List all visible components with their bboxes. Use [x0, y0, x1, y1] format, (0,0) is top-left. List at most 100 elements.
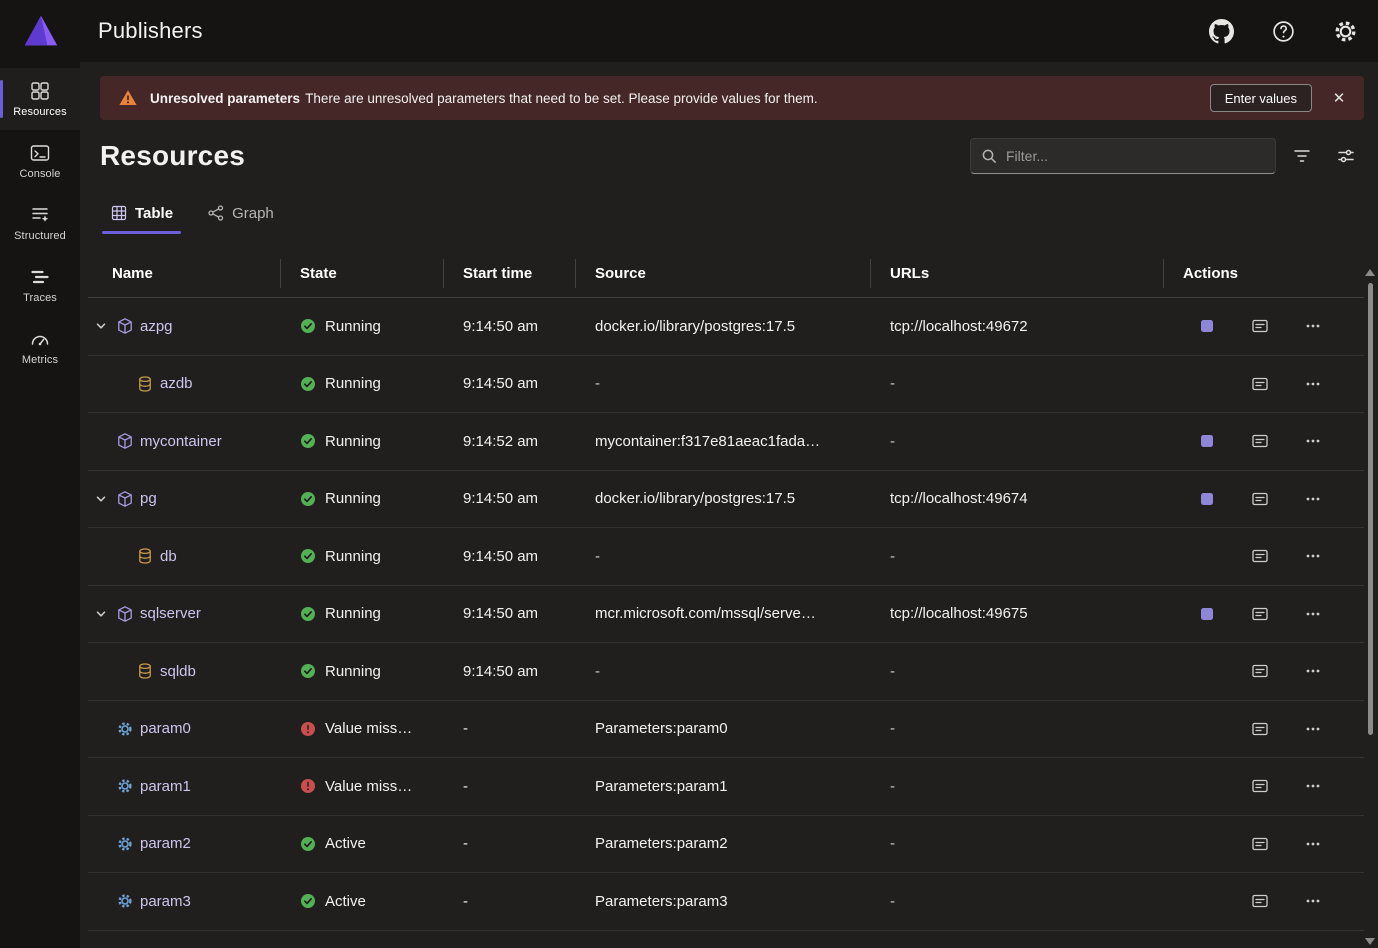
- more-actions-button[interactable]: [1299, 485, 1327, 513]
- resource-name-link[interactable]: pg: [140, 490, 157, 507]
- filter-input[interactable]: [1006, 148, 1265, 164]
- console-logs-button[interactable]: [1246, 485, 1274, 513]
- more-actions-button[interactable]: [1299, 887, 1327, 915]
- table-row[interactable]: mycontainer Running 9:14:52 am mycontain…: [88, 413, 1364, 471]
- sidebar-nav: Resources Console Structured Traces: [0, 62, 80, 948]
- table-row[interactable]: param1 Value miss… - Parameters:param1 -: [88, 758, 1364, 816]
- sidebar-item-resources[interactable]: Resources: [0, 68, 80, 130]
- console-logs-button[interactable]: [1246, 887, 1274, 915]
- column-header-state[interactable]: State: [280, 250, 443, 297]
- column-header-urls[interactable]: URLs: [870, 250, 1163, 297]
- resource-name-cell: mycontainer: [88, 431, 280, 451]
- resource-name-link[interactable]: sqlserver: [140, 605, 201, 622]
- resource-url-link[interactable]: tcp://localhost:49674: [890, 490, 1028, 507]
- stop-resource-button[interactable]: [1193, 485, 1221, 513]
- table-row[interactable]: sqldb Running 9:14:50 am - -: [88, 643, 1364, 701]
- stop-resource-button[interactable]: [1193, 427, 1221, 455]
- state-cell: Running: [280, 663, 443, 680]
- console-logs-button[interactable]: [1246, 657, 1274, 685]
- resource-url-link[interactable]: -: [890, 433, 895, 450]
- more-actions-button[interactable]: [1299, 312, 1327, 340]
- resource-name-link[interactable]: param1: [140, 778, 191, 795]
- resource-url-link[interactable]: -: [890, 663, 895, 680]
- console-logs-button[interactable]: [1246, 370, 1274, 398]
- more-actions-button[interactable]: [1299, 542, 1327, 570]
- sidebar-item-metrics[interactable]: Metrics: [0, 316, 80, 378]
- stop-resource-button[interactable]: [1193, 312, 1221, 340]
- console-logs-button[interactable]: [1246, 772, 1274, 800]
- resource-type-settings-button[interactable]: [1328, 138, 1364, 174]
- chevron-down-icon[interactable]: [92, 605, 110, 623]
- resource-name-link[interactable]: param2: [140, 835, 191, 852]
- github-button[interactable]: [1203, 13, 1239, 49]
- sidebar-item-console[interactable]: Console: [0, 130, 80, 192]
- table-row[interactable]: param0 Value miss… - Parameters:param0 -: [88, 701, 1364, 759]
- more-actions-button[interactable]: [1299, 715, 1327, 743]
- column-header-actions[interactable]: Actions: [1163, 250, 1364, 297]
- sidebar-item-structured[interactable]: Structured: [0, 192, 80, 254]
- table-row[interactable]: db Running 9:14:50 am - -: [88, 528, 1364, 586]
- resource-url-link[interactable]: tcp://localhost:49672: [890, 318, 1028, 335]
- help-button[interactable]: [1265, 13, 1301, 49]
- table-row[interactable]: sqlserver Running 9:14:50 am mcr.microso…: [88, 586, 1364, 644]
- table-row[interactable]: azpg Running 9:14:50 am docker.io/librar…: [88, 298, 1364, 356]
- sidebar-item-traces[interactable]: Traces: [0, 254, 80, 316]
- source-cell: docker.io/library/postgres:17.5: [575, 318, 870, 335]
- resource-url-link[interactable]: -: [890, 835, 895, 852]
- more-actions-button[interactable]: [1299, 772, 1327, 800]
- resource-name-link[interactable]: sqldb: [160, 663, 196, 680]
- more-actions-button[interactable]: [1299, 427, 1327, 455]
- table-row[interactable]: pg Running 9:14:50 am docker.io/library/…: [88, 471, 1364, 529]
- resource-url-link[interactable]: -: [890, 893, 895, 910]
- column-header-name[interactable]: Name: [88, 250, 280, 297]
- console-logs-icon: [1251, 432, 1269, 450]
- resource-name-link[interactable]: param3: [140, 893, 191, 910]
- resource-url-link[interactable]: -: [890, 720, 895, 737]
- state-cell: Running: [280, 433, 443, 450]
- resource-url-link[interactable]: -: [890, 778, 895, 795]
- stop-resource-button[interactable]: [1193, 600, 1221, 628]
- resource-name-link[interactable]: azdb: [160, 375, 193, 392]
- more-actions-button[interactable]: [1299, 830, 1327, 858]
- console-logs-button[interactable]: [1246, 542, 1274, 570]
- banner-close-button[interactable]: ✕: [1324, 83, 1354, 113]
- console-logs-button[interactable]: [1246, 600, 1274, 628]
- scroll-up-arrow[interactable]: [1365, 269, 1375, 276]
- source-cell: mycontainer:f317e81aeac1fada…: [575, 433, 870, 450]
- vertical-scrollbar[interactable]: [1363, 266, 1377, 948]
- view-tabs: Table Graph: [100, 204, 1364, 234]
- scrollbar-thumb[interactable]: [1368, 283, 1373, 735]
- table-row[interactable]: param2 Active - Parameters:param2 -: [88, 816, 1364, 874]
- column-header-source[interactable]: Source: [575, 250, 870, 297]
- filter-options-button[interactable]: [1284, 138, 1320, 174]
- resource-name-link[interactable]: azpg: [140, 318, 173, 335]
- chevron-down-icon[interactable]: [92, 490, 110, 508]
- more-actions-button[interactable]: [1299, 657, 1327, 685]
- resource-name-link[interactable]: param0: [140, 720, 191, 737]
- enter-values-button[interactable]: Enter values: [1210, 84, 1312, 112]
- tab-table[interactable]: Table: [106, 204, 177, 234]
- container-icon: [115, 316, 135, 336]
- chevron-down-icon[interactable]: [92, 317, 110, 335]
- column-header-start-time[interactable]: Start time: [443, 250, 575, 297]
- more-actions-button[interactable]: [1299, 370, 1327, 398]
- state-text: Running: [325, 663, 381, 680]
- scroll-down-arrow[interactable]: [1365, 938, 1375, 945]
- state-cell: Running: [280, 318, 443, 335]
- tab-graph[interactable]: Graph: [203, 204, 278, 234]
- console-logs-button[interactable]: [1246, 427, 1274, 455]
- console-logs-button[interactable]: [1246, 715, 1274, 743]
- resource-url-link[interactable]: -: [890, 375, 895, 392]
- start-time-text: 9:14:50 am: [463, 663, 538, 680]
- source-text: Parameters:param2: [595, 835, 728, 852]
- table-row[interactable]: azdb Running 9:14:50 am - -: [88, 356, 1364, 414]
- console-logs-button[interactable]: [1246, 830, 1274, 858]
- table-row[interactable]: param3 Active - Parameters:param3 -: [88, 873, 1364, 931]
- resource-url-link[interactable]: -: [890, 548, 895, 565]
- settings-button[interactable]: [1327, 13, 1363, 49]
- console-logs-button[interactable]: [1246, 312, 1274, 340]
- more-actions-button[interactable]: [1299, 600, 1327, 628]
- resource-name-link[interactable]: db: [160, 548, 177, 565]
- resource-url-link[interactable]: tcp://localhost:49675: [890, 605, 1028, 622]
- resource-name-link[interactable]: mycontainer: [140, 433, 222, 450]
